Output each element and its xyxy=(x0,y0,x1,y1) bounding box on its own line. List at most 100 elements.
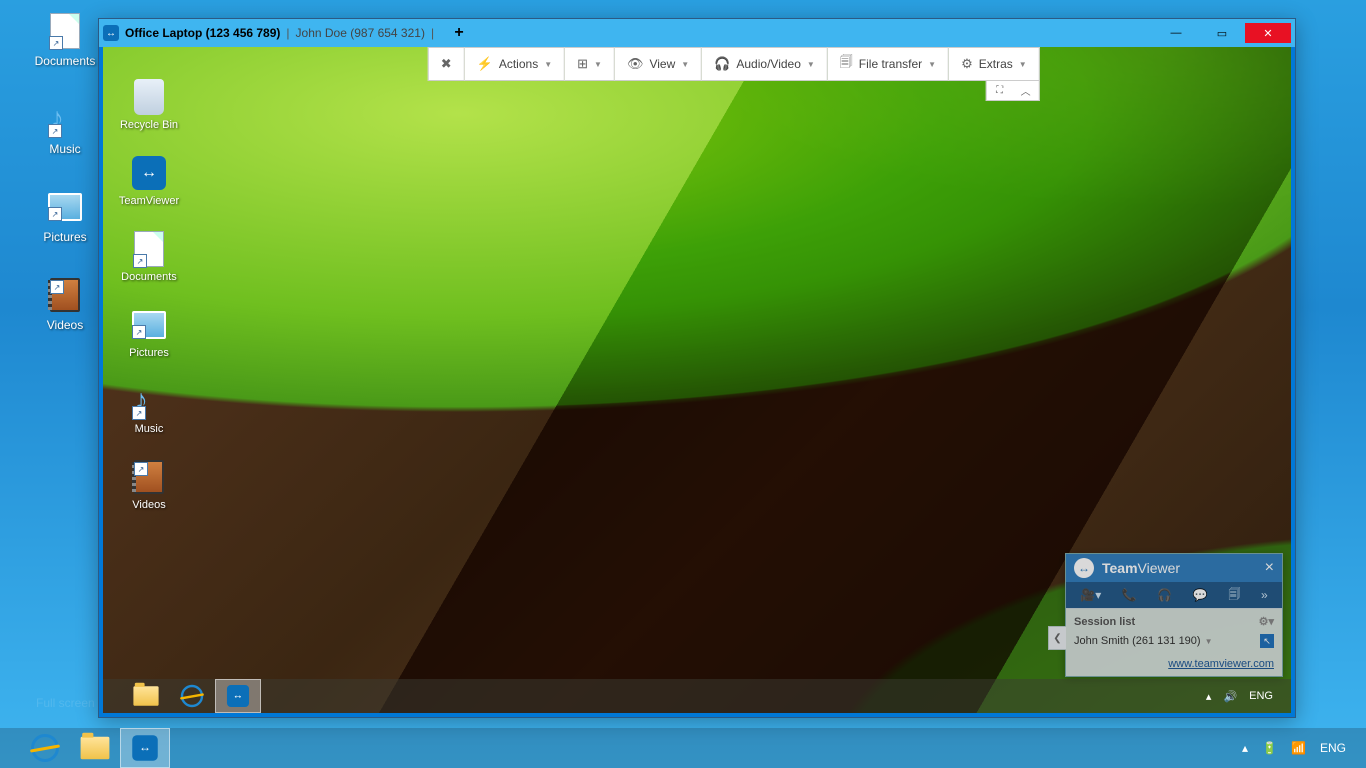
tv-tab-active[interactable]: Office Laptop (123 456 789) xyxy=(125,26,280,40)
local-desktop: Documents Music Pictures Videos Full scr… xyxy=(0,0,1366,768)
tray-lang[interactable]: ENG xyxy=(1320,741,1346,755)
teamviewer-icon: ↔ xyxy=(132,735,158,761)
remote-taskbar-ie[interactable] xyxy=(169,679,215,713)
local-taskbar-teamviewer[interactable]: ↔ xyxy=(120,728,170,768)
icon-label: Pictures xyxy=(129,347,169,359)
remote-taskbar-teamviewer[interactable]: ↔ xyxy=(215,679,261,713)
caret-down-icon: ▼ xyxy=(544,60,552,69)
caret-down-icon: ▼ xyxy=(807,60,815,69)
windows-icon: ⊞ xyxy=(577,56,588,72)
minimize-button[interactable]: — xyxy=(1153,23,1199,43)
video-icon[interactable]: 🎥▾ xyxy=(1080,588,1101,602)
local-icon-pictures[interactable]: Pictures xyxy=(30,186,100,244)
toolbar-windows-button[interactable]: ⊞▼ xyxy=(565,47,615,81)
caret-down-icon: ▼ xyxy=(1205,637,1213,646)
icon-label: Music xyxy=(49,142,80,156)
local-icon-documents[interactable]: Documents xyxy=(30,10,100,68)
videos-icon xyxy=(134,460,164,494)
teamviewer-icon: ↔ xyxy=(227,685,249,707)
music-icon xyxy=(50,102,80,136)
local-taskbar-ie[interactable] xyxy=(20,728,70,768)
tray-up-icon[interactable]: ▴ xyxy=(1242,741,1248,755)
tab-divider: | xyxy=(431,26,434,40)
battery-icon[interactable]: 🔋 xyxy=(1262,741,1277,755)
headset-icon[interactable]: 🎧 xyxy=(1157,588,1172,602)
panel-url-link[interactable]: www.teamviewer.com xyxy=(1066,654,1282,676)
add-tab-button[interactable]: + xyxy=(450,24,468,42)
cursor-icon[interactable]: ↖ xyxy=(1260,634,1274,648)
toolbar-filetransfer-button[interactable]: 🗐 File transfer ▼ xyxy=(828,47,949,81)
panel-section-header: Session list ⚙▾ xyxy=(1074,615,1274,628)
tray-lang[interactable]: ENG xyxy=(1249,690,1273,702)
icon-label: Videos xyxy=(132,499,165,511)
window-controls: — ▭ ✕ xyxy=(1153,23,1291,43)
gear-icon[interactable]: ⚙▾ xyxy=(1259,615,1274,628)
caret-down-icon: ▼ xyxy=(1019,60,1027,69)
recycle-bin-icon xyxy=(134,79,164,115)
tab-divider: | xyxy=(286,26,289,40)
toolbar-label: Audio/Video xyxy=(736,57,801,71)
local-icon-videos[interactable]: Videos xyxy=(30,274,100,332)
remote-icon-pictures[interactable]: Pictures xyxy=(109,305,189,359)
remote-icon-teamviewer[interactable]: ↔ TeamViewer xyxy=(109,153,189,207)
toolbar-pin-strip: ⛶ ︿ xyxy=(986,81,1040,101)
fullscreen-icon[interactable]: ⛶ xyxy=(987,81,1013,100)
panel-close-button[interactable]: × xyxy=(1265,559,1274,577)
folder-icon xyxy=(81,737,110,759)
more-icon[interactable]: » xyxy=(1261,588,1268,602)
eye-icon: 👁 xyxy=(627,56,644,72)
ie-icon xyxy=(31,734,59,762)
collapse-up-icon[interactable]: ︿ xyxy=(1013,81,1039,100)
panel-header: ↔ TeamViewer × xyxy=(1066,554,1282,582)
toolbar-audiovideo-button[interactable]: 🎧Audio/Video▼ xyxy=(702,47,828,81)
toolbar-close-button[interactable]: ✖ xyxy=(428,47,465,81)
videos-icon xyxy=(50,278,80,312)
maximize-button[interactable]: ▭ xyxy=(1199,23,1245,43)
remote-screen: ✖ ⚡Actions▼ ⊞▼ 👁View▼ 🎧Audio/Video▼ 🗐Fil… xyxy=(103,47,1291,713)
teamviewer-icon: ↔ xyxy=(132,156,166,190)
network-icon[interactable]: 📶 xyxy=(1291,741,1306,755)
chat-icon[interactable]: 💬 xyxy=(1193,588,1208,602)
tv-toolbar: ✖ ⚡Actions▼ ⊞▼ 👁View▼ 🎧Audio/Video▼ 🗐Fil… xyxy=(428,47,1040,81)
remote-desktop-icons: Recycle Bin ↔ TeamViewer Documents Pictu… xyxy=(109,77,189,511)
tv-tab-second[interactable]: John Doe (987 654 321) xyxy=(296,26,425,40)
toolbar-view-button[interactable]: 👁 View ▼ xyxy=(615,47,702,81)
call-icon[interactable]: 📞 xyxy=(1122,588,1137,602)
local-desktop-icons: Documents Music Pictures Videos xyxy=(30,10,100,362)
volume-icon[interactable]: 🔊 xyxy=(1223,690,1237,703)
tv-titlebar[interactable]: Office Laptop (123 456 789) | John Doe (… xyxy=(99,19,1295,47)
icon-label: Documents xyxy=(35,54,96,68)
caret-down-icon: ▼ xyxy=(594,60,602,69)
toolbar-extras-button[interactable]: ⚙Extras▼ xyxy=(949,47,1040,81)
local-taskbar-explorer[interactable] xyxy=(70,728,120,768)
remote-icon-music[interactable]: Music xyxy=(109,381,189,435)
toolbar-label: Extras xyxy=(979,57,1013,71)
icon-label: Pictures xyxy=(43,230,86,244)
panel-session-row[interactable]: John Smith (261 131 190) ▼ ↖ xyxy=(1074,634,1274,648)
close-button[interactable]: ✕ xyxy=(1245,23,1291,43)
pictures-icon xyxy=(132,311,166,339)
files-icon: 🗐 xyxy=(840,53,853,75)
tray-up-icon[interactable]: ▴ xyxy=(1206,690,1212,703)
fullscreen-hint: Full screen xyxy=(36,696,95,710)
toolbar-label: View xyxy=(649,57,675,71)
toolbar-actions-button[interactable]: ⚡Actions▼ xyxy=(465,47,565,81)
icon-label: TeamViewer xyxy=(119,195,179,207)
ie-icon xyxy=(181,685,203,707)
pictures-icon xyxy=(48,193,82,221)
local-icon-music[interactable]: Music xyxy=(30,98,100,156)
panel-expand-button[interactable]: ❮ xyxy=(1048,626,1066,650)
remote-icon-documents[interactable]: Documents xyxy=(109,229,189,283)
remote-icon-videos[interactable]: Videos xyxy=(109,457,189,511)
remote-taskbar-explorer[interactable] xyxy=(123,679,169,713)
toolbar-label: File transfer xyxy=(859,57,922,71)
teamviewer-window: Office Laptop (123 456 789) | John Doe (… xyxy=(98,18,1296,718)
document-icon xyxy=(50,13,80,49)
music-icon xyxy=(134,384,164,418)
teamviewer-logo-icon xyxy=(103,25,119,41)
teamviewer-logo-icon: ↔ xyxy=(1074,558,1094,578)
files-icon[interactable]: 🗐 xyxy=(1228,585,1240,606)
caret-down-icon: ▼ xyxy=(681,60,689,69)
caret-down-icon: ▼ xyxy=(928,60,936,69)
remote-icon-recyclebin[interactable]: Recycle Bin xyxy=(109,77,189,131)
